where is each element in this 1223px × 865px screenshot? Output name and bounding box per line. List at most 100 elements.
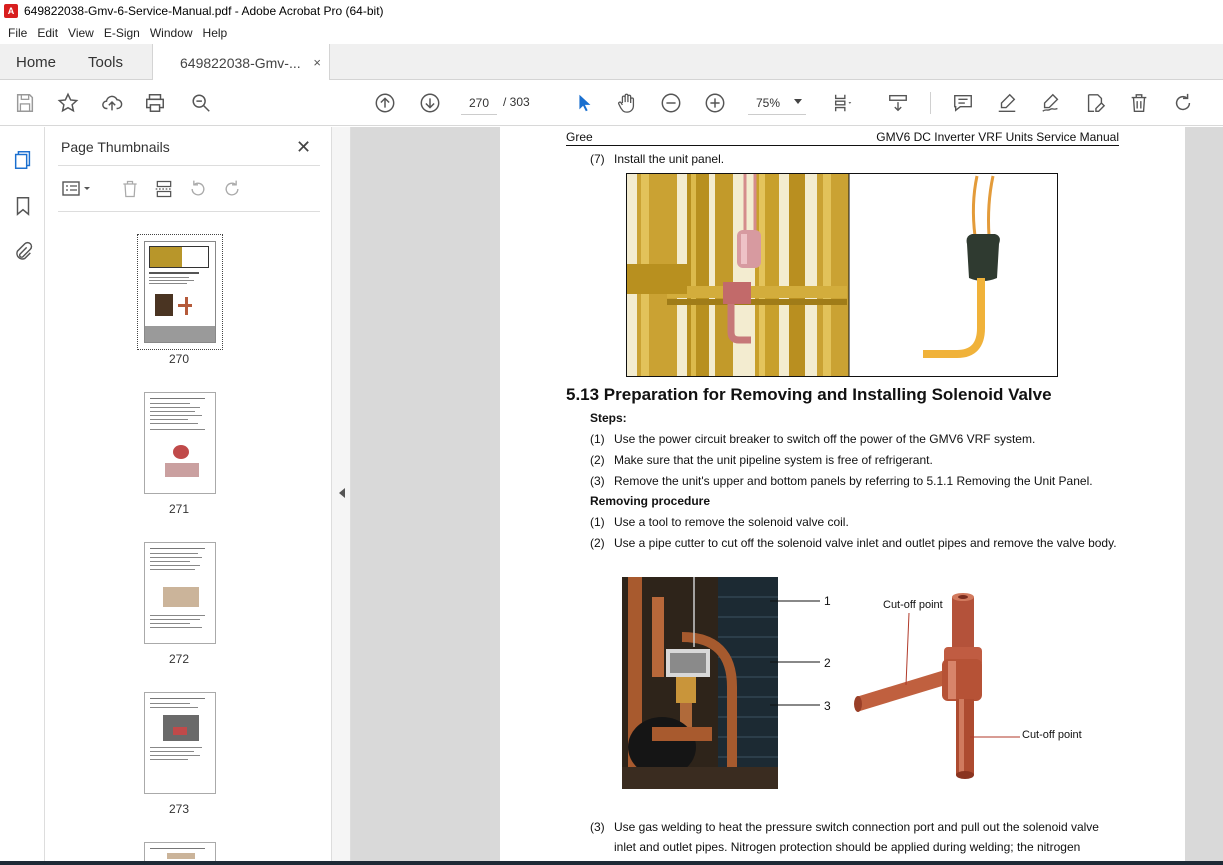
step-number: (3) [590, 474, 605, 488]
menu-edit[interactable]: Edit [37, 26, 58, 40]
close-icon[interactable]: ✕ [296, 137, 311, 158]
callout-2: 2 [824, 656, 831, 670]
step-text: Use a pipe cutter to cut off the solenoi… [614, 536, 1117, 550]
tab-bar: Home Tools 649822038-Gmv-... × [0, 44, 1223, 81]
step-text: Use gas welding to heat the pressure swi… [614, 820, 1099, 834]
zoom-value: 75% [756, 95, 781, 110]
tab-document[interactable]: 649822038-Gmv-... × [152, 44, 330, 81]
scroll-mode-icon[interactable] [885, 90, 911, 116]
panel-title: Page Thumbnails [61, 139, 170, 155]
thumbnail-page-272[interactable] [144, 542, 216, 644]
thumbnail-page-271[interactable] [144, 392, 216, 494]
edit-pdf-icon[interactable] [1082, 90, 1108, 116]
comment-icon[interactable] [950, 90, 976, 116]
tab-close-icon[interactable]: × [313, 55, 321, 70]
solenoid-valve-photo [622, 577, 778, 789]
solenoid-photo-illustration [622, 577, 778, 789]
previous-page-icon[interactable] [372, 90, 398, 116]
page-display-icon[interactable] [830, 90, 856, 116]
menu-window[interactable]: Window [150, 26, 193, 40]
page-total: / 303 [503, 95, 530, 109]
valve-body-drawing [854, 593, 1020, 779]
chevron-down-icon [794, 99, 802, 104]
step-number: (1) [590, 432, 605, 446]
collapse-panel-icon[interactable] [339, 488, 345, 498]
zoom-out-icon[interactable] [658, 90, 684, 116]
thumbnail-label: 272 [168, 652, 190, 666]
print-icon[interactable] [142, 90, 168, 116]
document-view[interactable]: Gree GMV6 DC Inverter VRF Units Service … [351, 127, 1223, 865]
menu-view[interactable]: View [68, 26, 94, 40]
thumbnail-page-270[interactable] [137, 234, 223, 350]
delete-icon[interactable] [1126, 90, 1152, 116]
taskbar-edge [0, 861, 1223, 865]
thumbnail-page-273[interactable] [144, 692, 216, 794]
tab-document-label: 649822038-Gmv-... [180, 54, 301, 71]
page-header-right: GMV6 DC Inverter VRF Units Service Manua… [876, 130, 1119, 144]
navigation-rail [0, 127, 45, 865]
divider [58, 211, 320, 212]
thumbnail-label: 270 [168, 352, 190, 366]
steps-label: Steps: [590, 411, 627, 425]
attachments-icon[interactable] [10, 239, 36, 265]
step-number: (3) [590, 820, 605, 834]
unit-panel-figure [626, 173, 1058, 377]
menu-help[interactable]: Help [203, 26, 228, 40]
search-zoom-icon[interactable] [188, 90, 214, 116]
select-cursor-icon[interactable] [571, 90, 597, 116]
step-text: Install the unit panel. [614, 152, 725, 166]
zoom-in-icon[interactable] [702, 90, 728, 116]
pipe-assembly-illustration [627, 174, 1057, 376]
menu-esign[interactable]: E-Sign [104, 26, 140, 40]
callout-1: 1 [824, 594, 831, 608]
tab-home[interactable]: Home [16, 44, 56, 80]
step-number: (1) [590, 515, 605, 529]
thumbnail-label: 273 [168, 802, 190, 816]
removing-label: Removing procedure [590, 494, 711, 508]
tab-tools[interactable]: Tools [88, 44, 123, 80]
step-text: Remove the unit's upper and bottom panel… [614, 474, 1093, 488]
step-text: Use the power circuit breaker to switch … [614, 432, 1036, 446]
step-number: (7) [590, 152, 605, 166]
section-heading: 5.13 Preparation for Removing and Instal… [566, 385, 1052, 404]
thumbnail-toolbar [58, 175, 320, 212]
thumbnail-label: 271 [168, 502, 190, 516]
bookmarks-icon[interactable] [10, 193, 36, 219]
step-text: Make sure that the unit pipeline system … [614, 453, 933, 467]
highlight-pen-icon[interactable] [994, 90, 1020, 116]
rotate-right-icon[interactable] [220, 177, 244, 201]
menu-file[interactable]: File [8, 26, 27, 40]
thumbnail-options-icon[interactable] [60, 177, 94, 201]
page-number-input[interactable]: 270 [461, 91, 497, 115]
delete-page-icon[interactable] [118, 177, 142, 201]
step-text-continued: inlet and outlet pipes. Nitrogen protect… [614, 840, 1081, 854]
sign-icon[interactable] [1038, 90, 1064, 116]
divider [58, 165, 320, 166]
rotate-icon[interactable] [1170, 90, 1196, 116]
bookmark-star-icon[interactable] [55, 90, 81, 116]
pdf-page: Gree GMV6 DC Inverter VRF Units Service … [500, 127, 1185, 865]
cutoff-label-2: Cut-off point [1022, 729, 1082, 741]
acrobat-app-icon: A [4, 4, 18, 18]
next-page-icon[interactable] [417, 90, 443, 116]
thumbnail-list: 270 271 272 273 [45, 222, 313, 865]
step-text: Use a tool to remove the solenoid valve … [614, 515, 849, 529]
page-thumbnails-panel: Page Thumbnails ✕ 270 271 272 273 [45, 127, 371, 865]
upload-cloud-icon[interactable] [99, 90, 125, 116]
zoom-select[interactable]: 75% [748, 91, 806, 115]
hand-tool-icon[interactable] [614, 90, 640, 116]
title-bar: A 649822038-Gmv-6-Service-Manual.pdf - A… [0, 0, 1223, 22]
toolbar-divider [930, 92, 931, 114]
rotate-left-icon[interactable] [186, 177, 210, 201]
page-header-left: Gree [566, 130, 593, 144]
thumbnail-image [144, 241, 216, 343]
step-number: (2) [590, 453, 605, 467]
panel-splitter[interactable] [331, 127, 351, 865]
cutoff-label-1: Cut-off point [883, 599, 943, 611]
page-thumbnails-icon[interactable] [10, 147, 36, 173]
extract-page-icon[interactable] [152, 177, 176, 201]
callout-3: 3 [824, 699, 831, 713]
step-number: (2) [590, 536, 605, 550]
menu-bar: File Edit View E-Sign Window Help [0, 22, 1223, 44]
save-icon[interactable] [12, 90, 38, 116]
